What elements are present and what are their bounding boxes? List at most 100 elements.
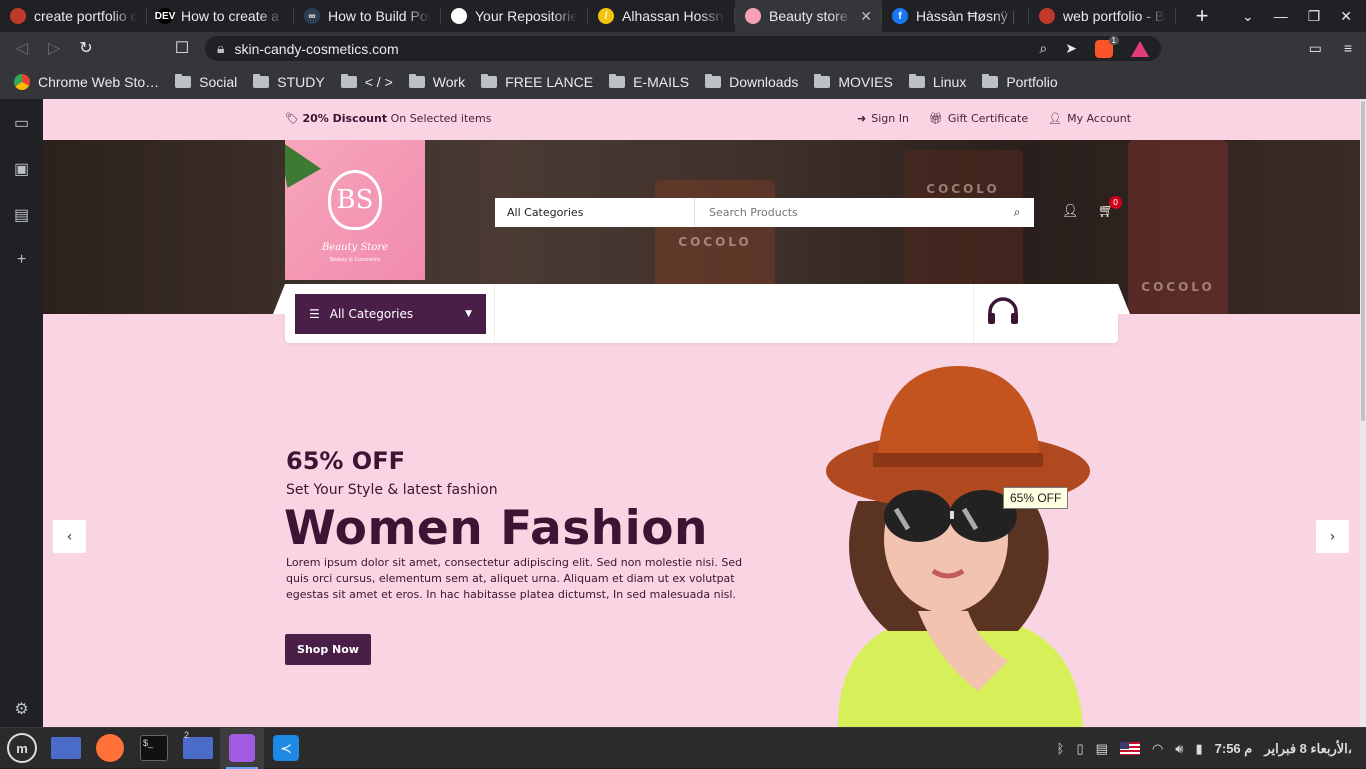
gear-icon[interactable]: ⚙ [14,699,28,719]
close-tab-icon[interactable]: ✕ [860,8,872,25]
bookmark-item[interactable]: Downloads [705,73,798,90]
my-account-link[interactable]: 👤︎ My Account [1048,112,1131,125]
discount-rest: On Selected items [390,112,492,125]
bottle-label: COCOLO [926,182,1000,196]
maximize-icon[interactable]: ❐ [1308,8,1321,25]
account-icon[interactable]: 👤︎ [1062,204,1079,219]
bookmark-label[interactable]: E-MAILS [633,74,689,90]
brave-shields-icon[interactable]: 1 [1095,35,1119,58]
bookmark-item[interactable]: < / > [340,73,393,90]
slider-prev-button[interactable]: ‹ [53,520,86,553]
url-text[interactable]: skin-candy-cosmetics.com [234,41,398,57]
address-bar[interactable]: 🔒︎ skin-candy-cosmetics.com ⌕ ➤ 1 [205,35,1161,61]
battery-icon[interactable]: ▮ [1195,741,1202,757]
minimize-icon[interactable]: — [1274,8,1288,24]
tab-title[interactable]: web portfolio - Br [1063,8,1166,24]
forward-icon[interactable]: ▷ [38,38,70,58]
tab-title[interactable]: Your Repositories [475,8,578,24]
bookmark-label[interactable]: Work [433,74,465,90]
bookmark-label[interactable]: Portfolio [1006,74,1057,90]
browser-tab[interactable]: f Hàssàn Ħøsnÿ | Fa [882,0,1029,32]
shop-now-button[interactable]: Shop Now [285,634,371,665]
tab-title[interactable]: Hàssàn Ħøsnÿ | Fa [916,8,1019,24]
tab-title[interactable]: create portfolio o [34,8,137,24]
sign-in-label[interactable]: Sign In [871,112,909,125]
gift-certificate-link[interactable]: 🎁︎ Gift Certificate [929,112,1028,125]
bookmark-item[interactable]: FREE LANCE [481,73,593,90]
bluetooth-icon[interactable]: ᛒ [1057,741,1065,756]
video-icon[interactable]: ▭ [14,113,29,133]
bookmark-item[interactable]: Portfolio [982,73,1058,90]
browser-tab[interactable]: Your Repositories [441,0,588,32]
search-input[interactable] [695,206,1000,219]
tab-title[interactable]: Beauty store S [769,8,852,24]
new-tab-button[interactable]: + [1186,3,1218,29]
clock-time[interactable]: 7:56 م [1215,741,1253,757]
bookmark-item[interactable]: Chrome Web Sto… [14,73,159,90]
browser-tab[interactable]: ∞ How to Build Port [294,0,441,32]
zoom-icon[interactable]: ⌕ [1039,40,1047,57]
my-account-label[interactable]: My Account [1067,112,1131,125]
bookmark-item[interactable]: Social [175,73,237,90]
reading-list-icon[interactable]: ▤ [14,205,29,225]
tab-title[interactable]: How to create a si [181,8,284,24]
bookmark-label[interactable]: FREE LANCE [505,74,593,90]
firefox-icon[interactable] [88,728,132,769]
clipboard-icon[interactable]: ▯ [1076,741,1083,757]
share-icon[interactable]: ➤ [1065,40,1077,57]
browser-tab[interactable]: Beauty store S ✕ [735,0,882,32]
bookmark-label[interactable]: Chrome Web Sto… [38,74,159,90]
store-logo[interactable]: BS Beauty Store Beauty & Cosmetics [285,140,425,280]
search-icon[interactable]: ⌕ [1000,205,1034,220]
tab-search-icon[interactable]: ⌄ [1242,8,1254,25]
keyboard-layout-flag-icon[interactable] [1119,742,1140,755]
brave-browser-icon[interactable] [220,727,264,769]
bookmark-item[interactable]: Linux [908,73,966,90]
page-scrollbar[interactable] [1360,99,1366,727]
brave-rewards-icon[interactable] [1131,40,1149,57]
bookmark-label[interactable]: STUDY [277,74,324,90]
shields-badge: 1 [1108,35,1119,45]
back-icon[interactable]: ◁ [6,38,38,58]
bookmark-item[interactable]: STUDY [253,73,325,90]
files-icon[interactable]: 2 [176,728,220,769]
bookmark-item[interactable]: E-MAILS [609,73,689,90]
headset-icon[interactable] [987,297,1019,327]
terminal-icon[interactable]: $_ [132,728,176,769]
bookmark-label[interactable]: MOVIES [838,74,892,90]
bookmark-label[interactable]: < / > [365,74,393,90]
bookmark-label[interactable]: Linux [933,74,966,90]
add-icon[interactable]: + [17,251,26,269]
sign-in-link[interactable]: ➜ Sign In [857,112,909,125]
mint-menu-icon[interactable]: m [0,728,44,769]
folder-icon [340,73,357,88]
gift-certificate-label[interactable]: Gift Certificate [948,112,1028,125]
close-window-icon[interactable]: ✕ [1340,8,1352,25]
bookmark-item[interactable]: Work [408,73,465,90]
all-categories-button[interactable]: ☰ All Categories ▼ [295,294,486,334]
show-desktop-icon[interactable] [44,728,88,769]
tab-title[interactable]: Alhassan Hossny [622,8,725,24]
browser-tab[interactable]: / Alhassan Hossny [588,0,735,32]
tab-title[interactable]: How to Build Port [328,8,431,24]
bookmark-label[interactable]: Social [199,74,237,90]
bookmark-label[interactable]: Downloads [729,74,798,90]
wallet-sidebar-icon[interactable]: ▣ [14,159,29,179]
clock-date[interactable]: الأربعاء 8 فبراير، [1264,741,1352,757]
bookmark-item[interactable]: MOVIES [814,73,893,90]
browser-tab[interactable]: create portfolio o [0,0,147,32]
search-category-select[interactable]: All Categories [495,198,695,227]
scrollbar-thumb[interactable] [1361,101,1365,421]
browser-tab[interactable]: web portfolio - Br [1029,0,1176,32]
notes-icon[interactable]: ▤ [1096,741,1108,757]
bottle-label: COCOLO [1141,280,1215,294]
wifi-icon[interactable]: ◠ [1152,741,1163,757]
wallet-icon[interactable]: ▭ [1309,40,1322,57]
browser-tab[interactable]: DEV How to create a si [147,0,294,32]
vscode-icon[interactable]: ≺ [264,728,308,769]
slider-next-button[interactable]: › [1316,520,1349,553]
reload-icon[interactable]: ↻ [70,38,102,58]
menu-icon[interactable]: ≡ [1344,40,1352,57]
bookmark-icon[interactable]: ☐ [166,38,198,58]
volume-icon[interactable]: 🔊︎ [1175,741,1183,757]
